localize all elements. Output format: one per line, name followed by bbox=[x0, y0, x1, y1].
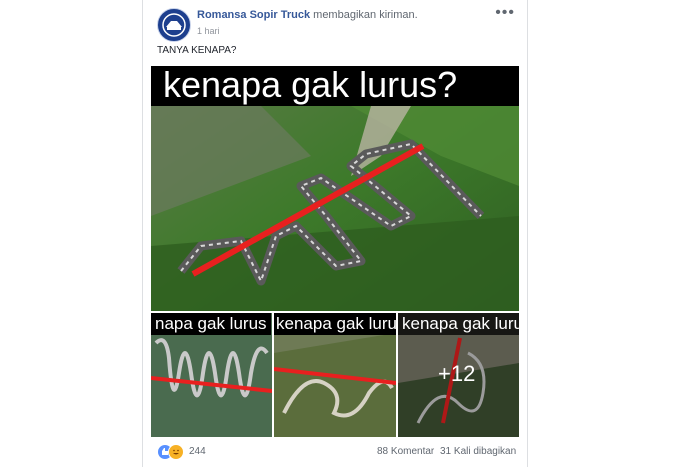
thumbnail-2[interactable]: kenapa gak lurus bbox=[274, 313, 396, 437]
main-photo[interactable]: kenapa gak lurus? bbox=[151, 66, 519, 311]
more-options-icon[interactable]: ••• bbox=[495, 4, 515, 22]
logo-icon bbox=[159, 10, 189, 40]
post-footer: 244 88 Komentar 31 Kali dibagikan bbox=[143, 440, 527, 464]
post-header: Romansa Sopir Truck membagikan kiriman. bbox=[197, 9, 418, 21]
haha-reaction-icon bbox=[168, 444, 184, 460]
main-caption: kenapa gak lurus? bbox=[163, 66, 458, 105]
post-timestamp[interactable]: 1 hari bbox=[197, 26, 220, 36]
post-text: TANYA KENAPA? bbox=[157, 45, 237, 56]
reactions-summary[interactable] bbox=[157, 444, 187, 460]
thumbnail-3-caption: kenapa gak lurus bbox=[398, 313, 519, 335]
thumbnail-2-caption: kenapa gak lurus bbox=[274, 313, 396, 335]
more-photos-count: +12 bbox=[438, 361, 476, 386]
thumbnail-3[interactable]: kenapa gak lurus +12 bbox=[398, 313, 519, 437]
comments-count[interactable]: 88 Komentar bbox=[377, 446, 434, 457]
thumbnail-1[interactable]: napa gak lurus bbox=[151, 313, 272, 437]
action-text: membagikan kiriman. bbox=[313, 9, 418, 21]
thumbnail-1-caption: napa gak lurus bbox=[151, 313, 271, 335]
post-card: Romansa Sopir Truck membagikan kiriman. … bbox=[142, 0, 528, 467]
caption-bar: kenapa gak lurus? bbox=[151, 66, 519, 106]
shares-count[interactable]: 31 Kali dibagikan bbox=[440, 446, 516, 457]
reaction-count[interactable]: 244 bbox=[189, 446, 206, 457]
author-avatar[interactable] bbox=[157, 8, 191, 42]
author-name[interactable]: Romansa Sopir Truck bbox=[197, 9, 310, 21]
